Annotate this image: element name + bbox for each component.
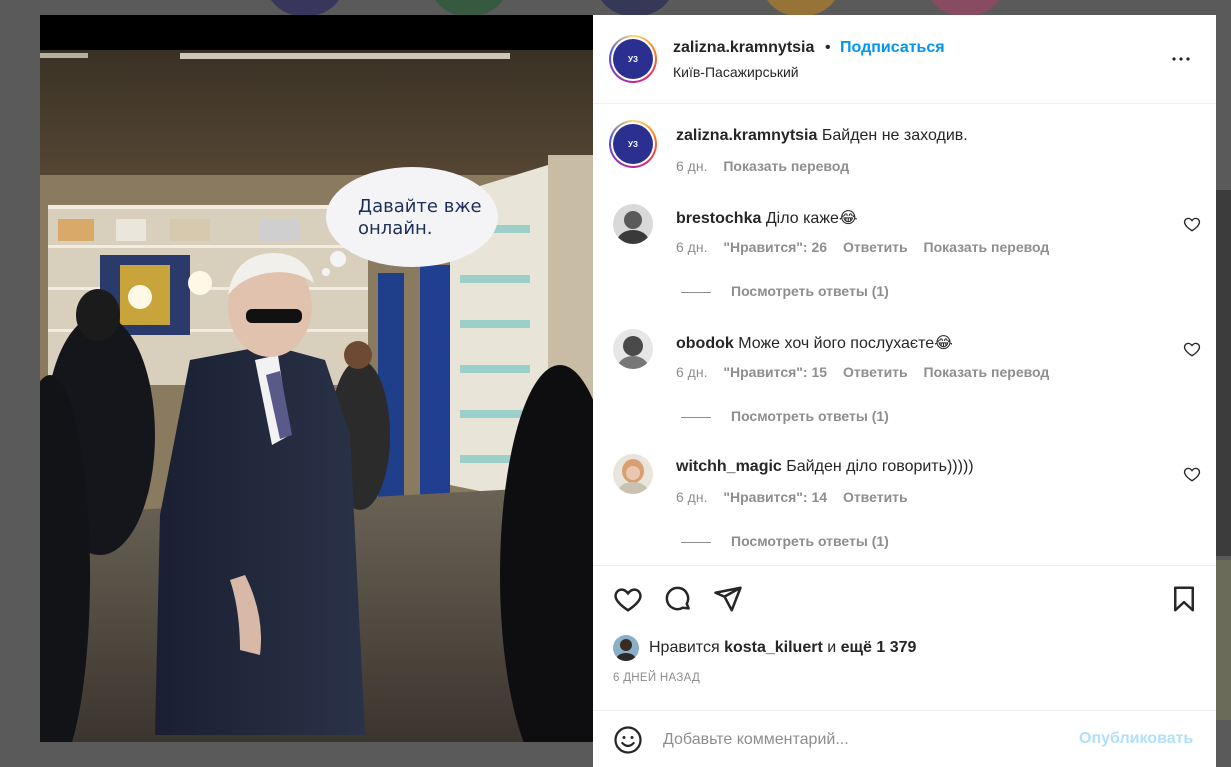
view-replies-button[interactable]: Посмотреть ответы (1)	[681, 283, 889, 299]
comment-username[interactable]: brestochka	[676, 210, 761, 227]
comment-likes[interactable]: "Нравится": 15	[723, 364, 827, 380]
comment-likes[interactable]: "Нравится": 14	[723, 489, 827, 505]
author-username[interactable]: zalizna.kramnytsia	[673, 39, 814, 57]
likes-summary: Нравится kosta_kiluert и ещё 1 379	[613, 635, 916, 661]
translate-button[interactable]: Показать перевод	[924, 364, 1050, 380]
publish-button[interactable]: Опубликовать	[1079, 730, 1193, 748]
background-story-5	[924, 0, 1006, 16]
caption-username[interactable]: zalizna.kramnytsia	[676, 127, 817, 144]
translate-button[interactable]: Показать перевод	[924, 239, 1050, 255]
caption-time[interactable]: 6 дн.	[676, 158, 707, 174]
caption-text: Байден не заходив.	[821, 127, 968, 144]
comment-avatar[interactable]	[613, 454, 653, 494]
comment-avatar[interactable]	[613, 329, 653, 369]
post-header: УЗ zalizna.kramnytsia • Подписаться Київ…	[593, 15, 1216, 104]
view-replies-button[interactable]: Посмотреть ответы (1)	[681, 533, 889, 549]
comment-meta: 6 дн. "Нравится": 26 Ответить Показать п…	[676, 239, 1061, 255]
caption-line: zalizna.kramnytsia Байден не заходив.	[676, 127, 968, 145]
post-photo: Давайте вже онлайн.	[40, 15, 593, 742]
comment-heart-icon[interactable]	[1183, 340, 1201, 358]
background-story-1	[264, 0, 346, 16]
comment-time[interactable]: 6 дн.	[676, 364, 707, 380]
heart-icon[interactable]	[613, 584, 643, 614]
background-story-4	[760, 0, 842, 16]
background-story-3	[594, 0, 676, 16]
comment-icon[interactable]	[663, 584, 693, 614]
liker-username[interactable]: kosta_kiluert	[724, 639, 823, 657]
comment-username[interactable]: witchh_magic	[676, 458, 782, 475]
speech-bubble-text: Давайте вже онлайн.	[358, 196, 482, 239]
caption-avatar-logo: УЗ	[613, 124, 653, 164]
author-avatar[interactable]: УЗ	[609, 35, 657, 83]
comment-meta: 6 дн. "Нравится": 15 Ответить Показать п…	[676, 364, 1061, 380]
comment-text: Діло каже😂	[765, 210, 858, 227]
comment-line: witchh_magic Байден діло говорить)))))	[676, 458, 974, 476]
likes-conjunction: и	[827, 639, 837, 656]
comment-text: Може хоч його послухаєте😂	[738, 335, 953, 352]
comments-list[interactable]: УЗ zalizna.kramnytsia Байден не заходив.…	[593, 104, 1216, 566]
comment-avatar[interactable]	[613, 204, 653, 244]
comment-time[interactable]: 6 дн.	[676, 489, 707, 505]
comment-heart-icon[interactable]	[1183, 215, 1201, 233]
reply-button[interactable]: Ответить	[843, 364, 908, 380]
likes-count[interactable]: ещё 1 379	[841, 639, 917, 657]
header-separator: •	[825, 39, 831, 56]
background-next-post-bottom	[1216, 560, 1231, 720]
reply-button[interactable]: Ответить	[843, 239, 908, 255]
comment-line: brestochka Діло каже😂	[676, 208, 858, 228]
reply-button[interactable]: Ответить	[843, 489, 908, 505]
post-actions	[593, 580, 1216, 620]
caption-translate[interactable]: Показать перевод	[723, 158, 849, 174]
author-avatar-logo: УЗ	[613, 39, 653, 79]
send-icon[interactable]	[713, 584, 743, 614]
emoji-icon[interactable]	[613, 725, 643, 755]
caption-author-avatar[interactable]: УЗ	[609, 120, 657, 168]
post-side-panel: УЗ zalizna.kramnytsia • Подписаться Київ…	[593, 15, 1216, 767]
more-horizontal-icon[interactable]	[1169, 47, 1193, 71]
post-location[interactable]: Київ-Пасажирський	[673, 64, 799, 80]
view-replies-button[interactable]: Посмотреть ответы (1)	[681, 408, 889, 424]
comment-line: obodok Може хоч його послухаєте😂	[676, 333, 953, 353]
follow-button[interactable]: Подписаться	[840, 39, 945, 57]
post-date[interactable]: 6 ДНЕЙ НАЗАД	[613, 672, 700, 684]
bookmark-icon[interactable]	[1169, 584, 1199, 614]
comment-username[interactable]: obodok	[676, 335, 734, 352]
comment-input[interactable]	[663, 726, 1063, 754]
caption-meta: 6 дн. Показать перевод	[676, 158, 861, 174]
comment-likes[interactable]: "Нравится": 26	[723, 239, 827, 255]
likes-prefix: Нравится	[649, 639, 720, 656]
comment-time[interactable]: 6 дн.	[676, 239, 707, 255]
liker-avatar[interactable]	[613, 635, 639, 661]
comment-meta: 6 дн. "Нравится": 14 Ответить	[676, 489, 920, 505]
background-next-post	[1216, 190, 1231, 556]
comment-heart-icon[interactable]	[1183, 465, 1201, 483]
comment-form: Опубликовать	[593, 710, 1216, 767]
comment-text: Байден діло говорить)))))	[786, 458, 974, 475]
background-story-2	[428, 0, 510, 16]
